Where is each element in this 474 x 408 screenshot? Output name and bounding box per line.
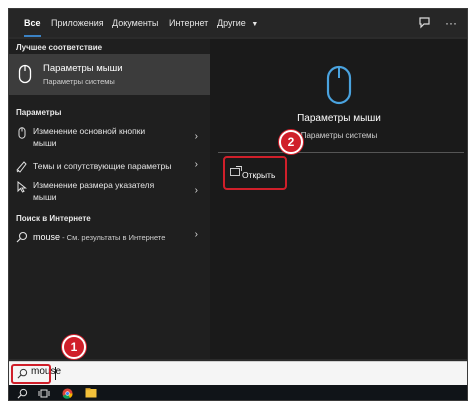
settings-item-label: Изменение основной кнопки [33, 126, 146, 136]
web-search-suffix: - См. результаты в Интернете [60, 233, 166, 242]
mouse-icon [18, 64, 32, 84]
detail-subtitle: Параметры системы [300, 131, 378, 140]
mouse-icon [18, 127, 26, 139]
tab-more-label: Другие [217, 18, 246, 28]
detail-panel: Параметры мыши Параметры системы Открыть [210, 39, 467, 359]
chevron-right-icon[interactable]: › [195, 185, 198, 196]
file-explorer-icon[interactable] [85, 388, 97, 398]
taskbar [9, 385, 467, 400]
tab-documents[interactable]: Документы [112, 9, 158, 37]
settings-item-label-2: мыши [33, 192, 57, 202]
settings-item-label: Темы и сопутствующие параметры [33, 161, 172, 171]
web-search-header: Поиск в Интернете [16, 214, 91, 223]
task-view-icon[interactable] [38, 388, 50, 399]
pointer-icon [17, 181, 27, 193]
mouse-icon [326, 65, 352, 105]
feedback-icon[interactable] [417, 15, 433, 31]
web-search-item[interactable]: mouse - См. результаты в Интернете › [9, 229, 210, 246]
best-match-subtitle: Параметры системы [43, 77, 115, 86]
search-bar: mouse [9, 361, 467, 385]
detail-title: Параметры мыши [297, 113, 381, 124]
tab-bar: Все Приложения Документы Интернет Другие… [9, 9, 467, 37]
tab-internet[interactable]: Интернет [169, 9, 208, 37]
chevron-down-icon: ▼ [251, 21, 259, 28]
results-list: Лучшее соответствие Параметры мыши Парам… [9, 39, 210, 359]
settings-item-pointer-size[interactable]: Изменение размера указателя мыши › [9, 179, 210, 209]
text-caret [55, 367, 56, 380]
settings-item-label-2: мыши [33, 138, 57, 148]
open-button[interactable]: Открыть [242, 170, 275, 180]
chevron-right-icon[interactable]: › [195, 131, 198, 142]
step-badge-2: 2 [279, 130, 303, 154]
more-options-icon[interactable]: ··· [445, 9, 457, 37]
tab-all[interactable]: Все [24, 9, 41, 37]
divider [218, 152, 464, 153]
search-icon [16, 231, 28, 243]
settings-item-primary-button[interactable]: Изменение основной кнопки мыши › [9, 125, 210, 155]
chevron-right-icon[interactable]: › [195, 159, 198, 170]
settings-item-themes[interactable]: Темы и сопутствующие параметры › [9, 159, 210, 176]
tab-apps[interactable]: Приложения [51, 9, 104, 37]
settings-header: Параметры [16, 108, 62, 117]
brush-icon [16, 161, 27, 173]
search-input-highlight [11, 364, 51, 384]
search-icon[interactable] [17, 388, 28, 399]
open-icon [230, 166, 242, 176]
web-search-query: mouse [33, 232, 61, 242]
step-badge-1: 1 [62, 335, 86, 359]
chrome-icon[interactable] [62, 388, 73, 399]
best-match-title: Параметры мыши [43, 63, 123, 74]
settings-item-label: Изменение размера указателя [33, 180, 155, 190]
tab-more[interactable]: Другие ▼ [217, 9, 258, 37]
best-match-header: Лучшее соответствие [16, 43, 103, 52]
chevron-right-icon[interactable]: › [195, 229, 198, 240]
best-match-item[interactable]: Параметры мыши Параметры системы [9, 54, 210, 95]
